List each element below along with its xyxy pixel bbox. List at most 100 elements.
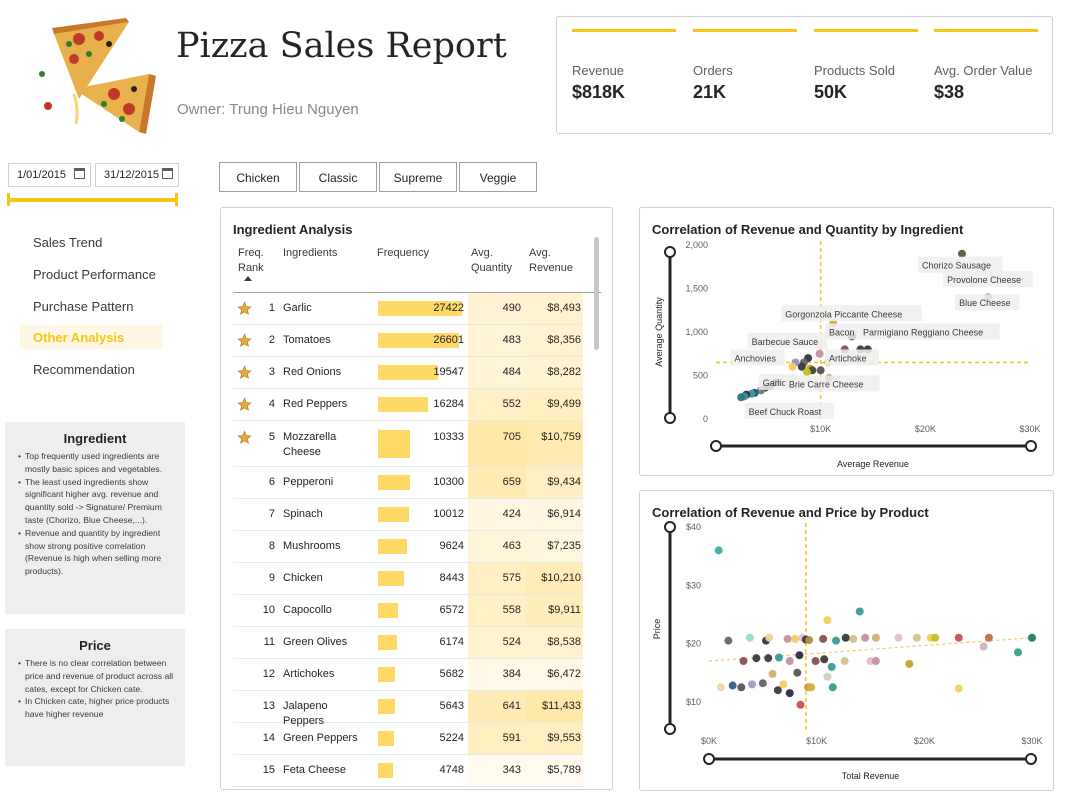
nav-purchase-pattern[interactable]: Purchase Pattern bbox=[20, 294, 162, 318]
header-rank[interactable]: Freq. Rank bbox=[238, 246, 272, 281]
rank-cell: 13 bbox=[262, 700, 275, 712]
kpi-value: 21K bbox=[693, 82, 727, 102]
kpi-accent-bar bbox=[934, 29, 1038, 32]
avg-quantity-cell: 384 bbox=[468, 659, 526, 690]
ingredient-scatter-panel: Correlation of Revenue and Quantity by I… bbox=[639, 207, 1054, 476]
start-date-field[interactable]: 1/01/2015 bbox=[8, 163, 91, 187]
calendar-icon[interactable] bbox=[74, 168, 85, 179]
avg-revenue-cell: $8,282 bbox=[526, 357, 583, 388]
ingredient-cell: Capocollo bbox=[283, 604, 332, 616]
table-row[interactable]: 8 Mushrooms 9624 463 $7,235 bbox=[233, 531, 583, 563]
table-row[interactable]: 2 Tomatoes 26601 483 $8,356 bbox=[233, 325, 583, 357]
end-date-field[interactable]: 31/12/2015 bbox=[95, 163, 179, 187]
frequency-cell: 9624 bbox=[439, 540, 464, 552]
avg-quantity-cell: 524 bbox=[468, 627, 526, 658]
y-tick-label: $40 bbox=[686, 522, 701, 532]
category-chicken-button[interactable]: Chicken bbox=[219, 162, 297, 192]
table-row[interactable]: 12 Artichokes 5682 384 $6,472 bbox=[233, 659, 583, 691]
data-point bbox=[785, 689, 794, 698]
x-tick-label: $10K bbox=[810, 424, 831, 434]
data-point bbox=[894, 633, 903, 642]
frequency-bar bbox=[378, 430, 410, 458]
category-veggie-button[interactable]: Veggie bbox=[459, 162, 537, 192]
rank-cell: 1 bbox=[268, 302, 275, 314]
kpi-accent-bar bbox=[572, 29, 676, 32]
ingredient-cell: Green Peppers bbox=[283, 732, 358, 744]
nav-recommendation[interactable]: Recommendation bbox=[20, 357, 162, 381]
rank-cell: 7 bbox=[268, 508, 275, 520]
data-point bbox=[795, 651, 804, 660]
avg-revenue-cell: $8,538 bbox=[526, 627, 583, 658]
avg-quantity-cell: 659 bbox=[468, 467, 526, 498]
data-point bbox=[796, 700, 805, 709]
table-row[interactable]: 9 Chicken 8443 575 $10,210 bbox=[233, 563, 583, 595]
table-row[interactable]: 15 Feta Cheese 4748 343 $5,789 bbox=[233, 755, 583, 787]
data-point bbox=[758, 679, 767, 688]
category-classic-button[interactable]: Classic bbox=[299, 162, 377, 192]
table-row[interactable]: 5 Mozzarella Cheese 10333 705 $10,759 bbox=[233, 421, 583, 467]
avg-quantity-cell: 424 bbox=[468, 499, 526, 530]
table-row[interactable]: 14 Green Peppers 5224 591 $9,553 bbox=[233, 723, 583, 755]
table-row[interactable]: 13 Jalapeno Peppers 5643 641 $11,433 bbox=[233, 691, 583, 727]
frequency-bar bbox=[378, 539, 407, 554]
data-point bbox=[1028, 633, 1036, 642]
slider-end-handle[interactable] bbox=[175, 193, 178, 206]
avg-quantity-cell: 641 bbox=[468, 691, 526, 722]
date-range-slider[interactable] bbox=[8, 198, 178, 202]
point-label: Brie Carre Cheese bbox=[789, 379, 864, 389]
slider-handle bbox=[710, 440, 722, 452]
table-row[interactable]: 1 Garlic 27422 490 $8,493 bbox=[233, 293, 583, 325]
note-bullet: Revenue and quantity by ingredient show … bbox=[18, 527, 177, 578]
data-point bbox=[984, 633, 993, 642]
avg-revenue-cell: $9,911 bbox=[526, 595, 583, 626]
slider-handle bbox=[703, 753, 715, 765]
ingredient-cell: Chicken bbox=[283, 572, 323, 584]
category-supreme-button[interactable]: Supreme bbox=[379, 162, 457, 192]
frequency-cell: 10333 bbox=[433, 431, 464, 443]
ingredient-cell: Feta Cheese bbox=[283, 764, 346, 776]
frequency-bar bbox=[378, 667, 395, 682]
avg-revenue-cell: $9,499 bbox=[526, 389, 583, 420]
header-frequency[interactable]: Frequency bbox=[377, 246, 429, 261]
data-point bbox=[714, 546, 723, 555]
data-point bbox=[832, 636, 841, 645]
data-point bbox=[979, 642, 988, 651]
nav-sales-trend[interactable]: Sales Trend bbox=[20, 230, 162, 254]
table-row[interactable]: 10 Capocollo 6572 558 $9,911 bbox=[233, 595, 583, 627]
frequency-cell: 8443 bbox=[439, 572, 464, 584]
data-point bbox=[931, 633, 940, 642]
table-row[interactable]: 7 Spinach 10012 424 $6,914 bbox=[233, 499, 583, 531]
y-tick-label: 500 bbox=[693, 371, 708, 381]
note-bullet: The least used ingredients show signific… bbox=[18, 476, 177, 527]
data-point bbox=[788, 362, 797, 371]
y-axis-title: Average Quantity bbox=[654, 297, 664, 367]
nav-product-performance[interactable]: Product Performance bbox=[20, 262, 162, 286]
avg-revenue-cell: $9,434 bbox=[526, 467, 583, 498]
data-point bbox=[785, 657, 794, 666]
frequency-bar bbox=[378, 571, 404, 586]
header-ingredients[interactable]: Ingredients bbox=[283, 246, 337, 261]
header-avg-revenue[interactable]: Avg. Revenue bbox=[529, 246, 579, 276]
table-scrollbar[interactable] bbox=[594, 237, 599, 350]
x-tick-label: $10K bbox=[806, 736, 827, 746]
header-avg-quantity[interactable]: Avg. Quantity bbox=[471, 246, 521, 276]
table-row[interactable]: 6 Pepperoni 10300 659 $9,434 bbox=[233, 467, 583, 499]
frequency-bar bbox=[378, 763, 393, 778]
price-note: Price There is no clear correlation betw… bbox=[5, 629, 185, 766]
data-point bbox=[912, 633, 921, 642]
calendar-icon[interactable] bbox=[162, 168, 173, 179]
data-point bbox=[783, 634, 792, 643]
y-tick-label: 1,000 bbox=[685, 327, 708, 337]
avg-revenue-cell: $10,759 bbox=[526, 421, 583, 466]
table-row[interactable]: 4 Red Peppers 16284 552 $9,499 bbox=[233, 389, 583, 421]
point-label: Beef Chuck Roast bbox=[749, 407, 822, 417]
nav-other-analysis[interactable]: Other Analysis bbox=[20, 325, 162, 349]
table-row[interactable]: 3 Red Onions 19547 484 $8,282 bbox=[233, 357, 583, 389]
table-row[interactable]: 11 Green Olives 6174 524 $8,538 bbox=[233, 627, 583, 659]
slider-start-handle[interactable] bbox=[7, 193, 10, 206]
y-tick-label: 0 bbox=[703, 414, 708, 424]
point-label: Provolone Cheese bbox=[947, 275, 1021, 285]
note-title: Price bbox=[79, 638, 111, 653]
data-point bbox=[811, 657, 820, 666]
frequency-cell: 16284 bbox=[433, 398, 464, 410]
